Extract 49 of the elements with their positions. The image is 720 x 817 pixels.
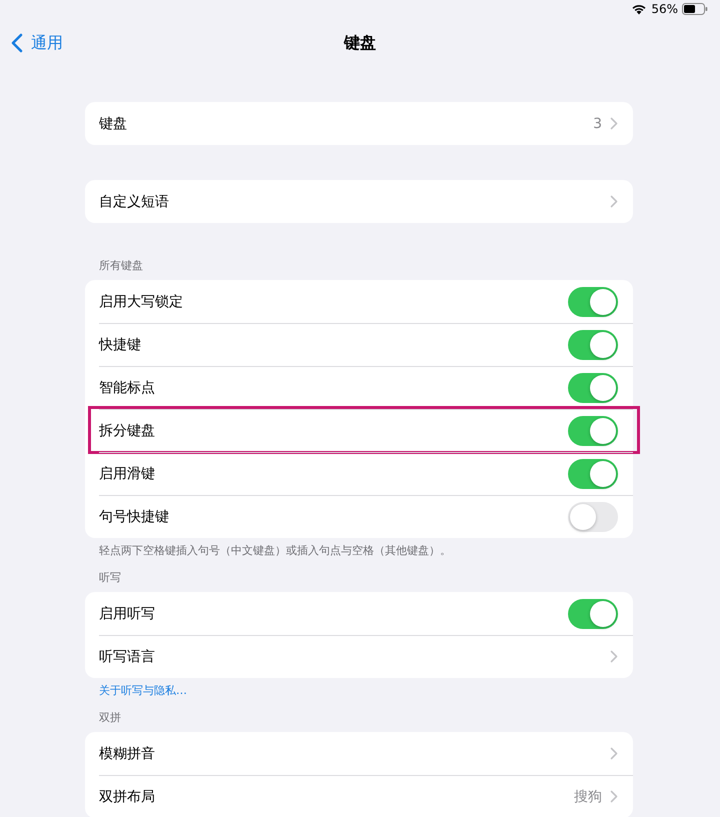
row-label: 启用听写 [99, 604, 155, 622]
settings-row[interactable]: 启用滑键 [85, 452, 633, 495]
row-value: 搜狗 [574, 788, 602, 806]
settings-row[interactable]: 听写语言 [85, 635, 633, 678]
toggle-switch[interactable] [568, 416, 618, 446]
wifi-icon [631, 3, 648, 15]
privacy-link[interactable]: 关于听写与隐私… [99, 684, 187, 697]
row-label: 启用大写锁定 [99, 292, 183, 310]
chevron-icon [610, 195, 618, 208]
row-label: 快捷键 [99, 336, 141, 354]
row-label: 智能标点 [99, 378, 155, 396]
settings-row[interactable]: 启用听写 [85, 592, 633, 635]
row-label: 双拼布局 [99, 788, 155, 806]
back-chevron-icon [11, 33, 23, 53]
settings-row[interactable]: 智能标点 [85, 366, 633, 409]
toggle-switch[interactable] [568, 286, 618, 316]
battery-percent: 56% [651, 2, 678, 16]
section-header: 听写 [98, 570, 122, 586]
toggle-switch[interactable] [568, 598, 618, 628]
toggle-switch[interactable] [568, 372, 618, 402]
row-label: 自定义短语 [99, 192, 169, 210]
row-value: 3 [593, 116, 602, 132]
settings-row[interactable]: 拆分键盘 [85, 409, 633, 452]
settings-row[interactable]: 键盘 3 [85, 102, 633, 145]
toggle-switch[interactable] [568, 502, 618, 532]
chevron-icon [610, 747, 618, 760]
row-label: 听写语言 [99, 648, 155, 666]
settings-row[interactable]: 句号快捷键 [85, 495, 633, 538]
battery-icon [682, 3, 708, 15]
toggle-switch[interactable] [568, 330, 618, 360]
toggle-switch[interactable] [568, 458, 618, 488]
section-header: 双拼 [98, 710, 122, 726]
section-header: 所有键盘 [98, 258, 144, 274]
row-label: 拆分键盘 [99, 422, 155, 440]
row-label: 键盘 [99, 114, 127, 132]
row-label: 模糊拼音 [99, 744, 155, 762]
row-label: 句号快捷键 [99, 508, 169, 526]
section-note: 轻点两下空格键插入句号（中文键盘）或插入句点与空格（其他键盘）。 [98, 543, 452, 559]
back-button[interactable]: 通用 [11, 32, 63, 54]
chevron-icon [610, 117, 618, 130]
settings-row[interactable]: 启用大写锁定 [85, 280, 633, 323]
settings-row[interactable]: 模糊拼音 [85, 732, 633, 775]
page-title: 键盘 [342, 32, 377, 54]
chevron-icon [610, 650, 618, 663]
settings-row[interactable]: 双拼布局 搜狗 [85, 775, 633, 817]
chevron-icon [610, 790, 618, 803]
settings-row[interactable]: 自定义短语 [85, 180, 633, 223]
settings-row[interactable]: 快捷键 [85, 323, 633, 366]
row-label: 启用滑键 [99, 464, 155, 482]
